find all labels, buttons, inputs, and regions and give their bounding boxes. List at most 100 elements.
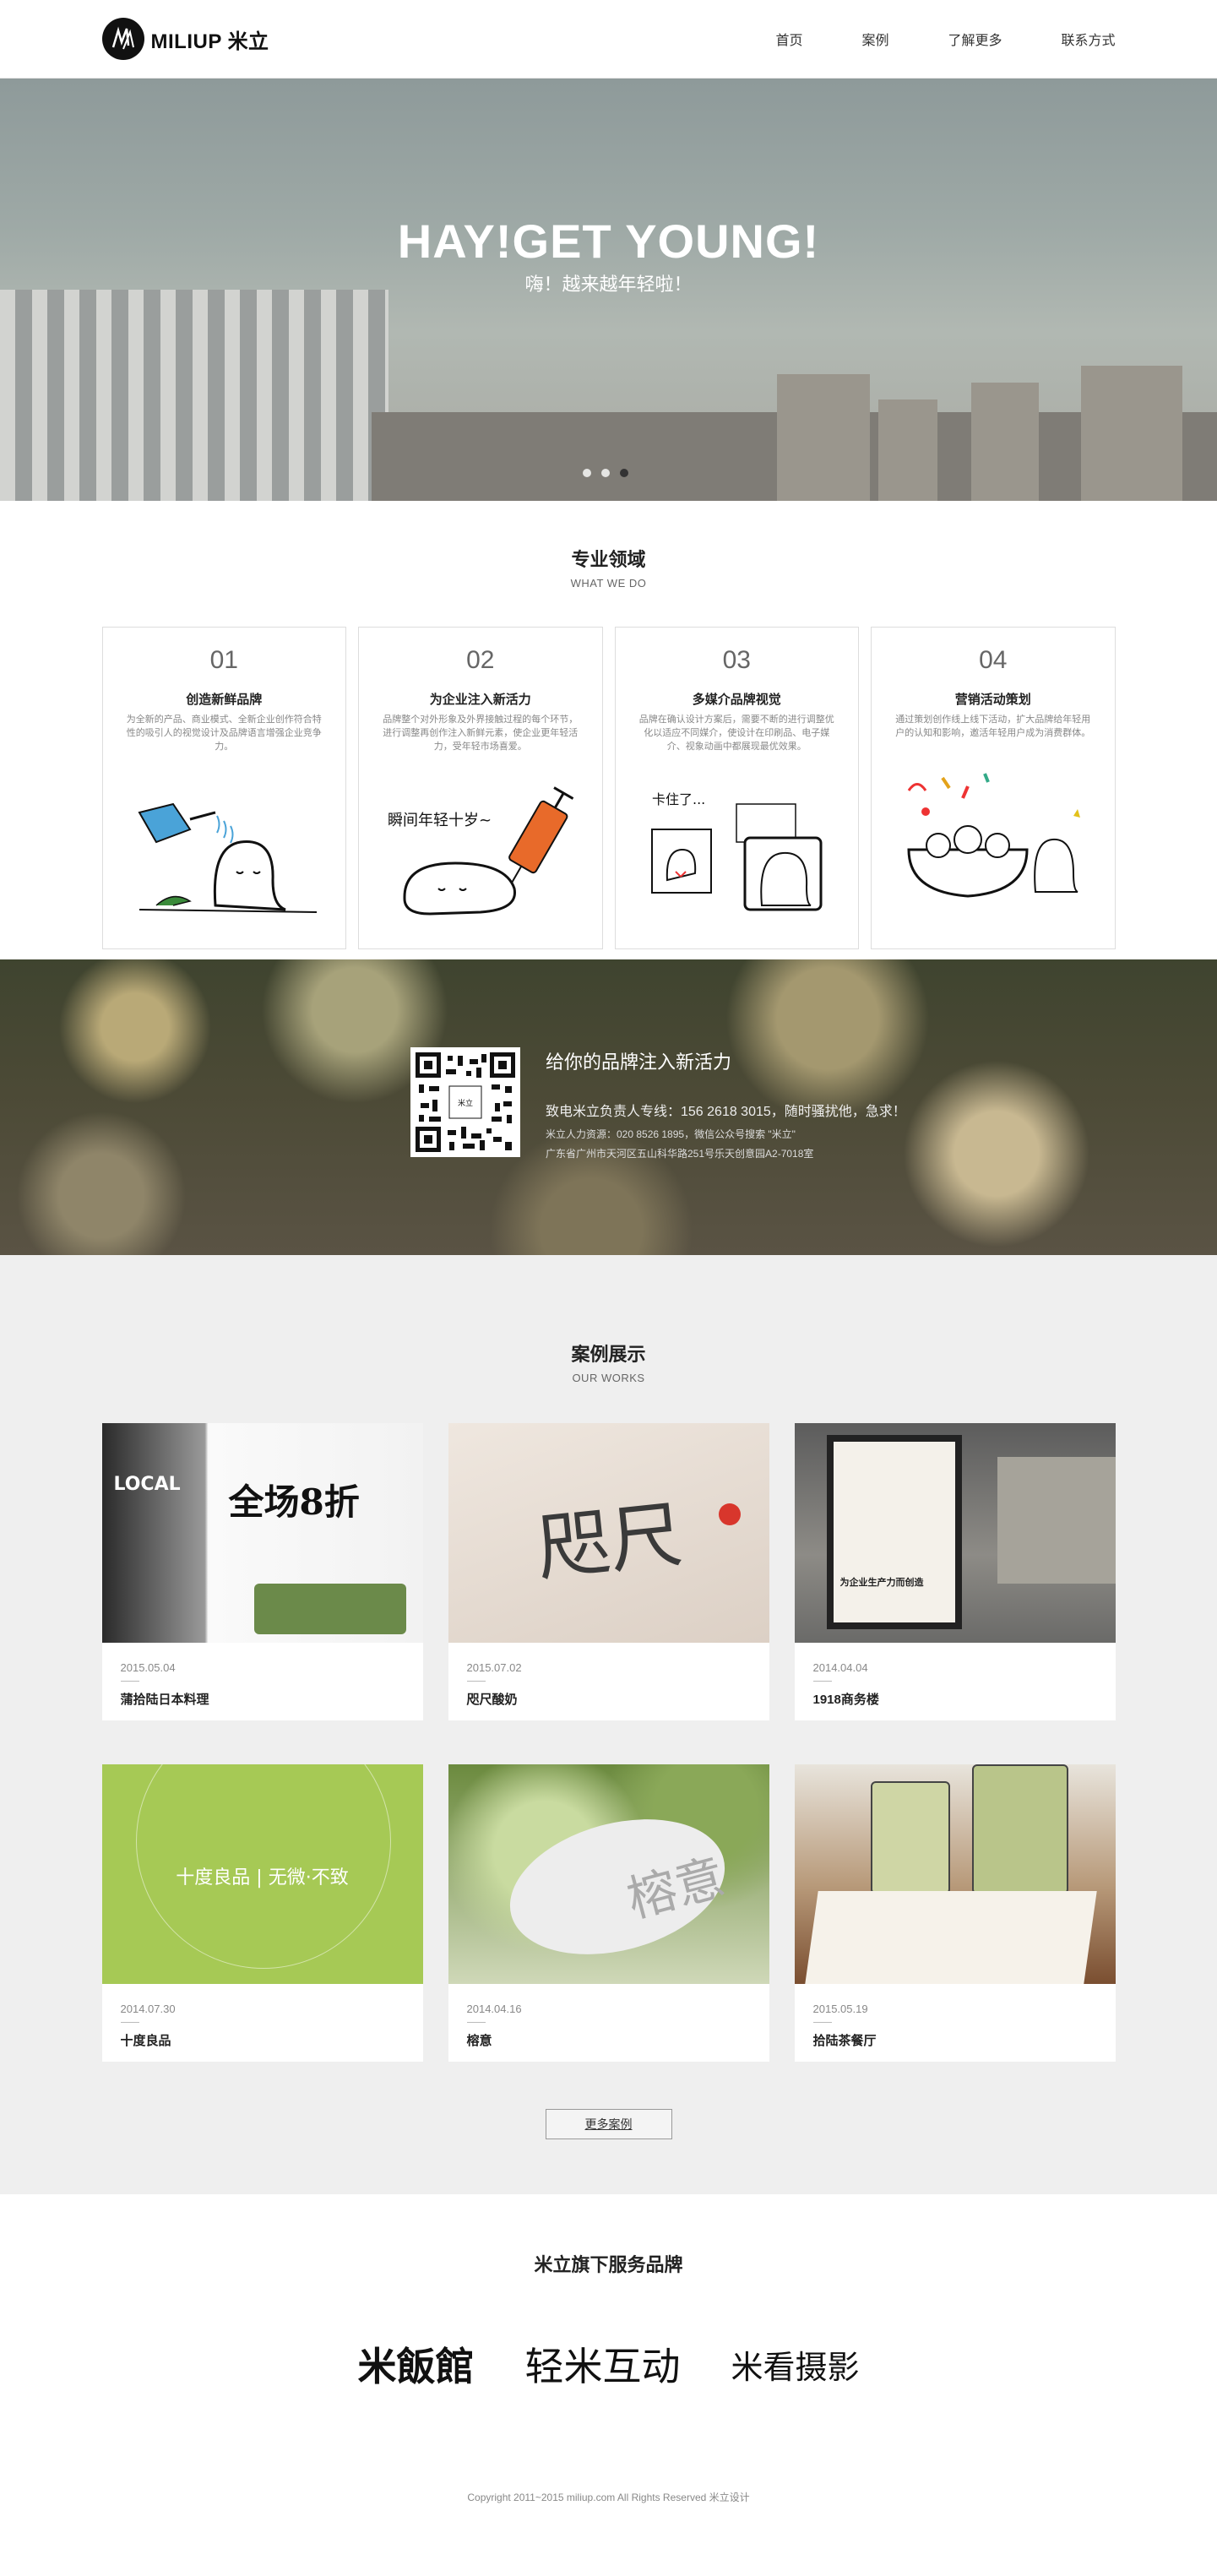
tv-tooth-icon: 卡住了... <box>616 770 859 931</box>
slider-dot[interactable] <box>601 469 610 477</box>
slider-dot[interactable] <box>583 469 591 477</box>
hero-tower <box>1081 366 1182 501</box>
work-name[interactable]: 十度良品 <box>121 2031 405 2049</box>
services-section: 专业领域 WHAT WE DO 01 创造新鲜品牌 为全新的产品、商业模式、全新… <box>0 501 1217 959</box>
qr-code-icon: 米立 <box>410 1047 520 1157</box>
card-description: 品牌整个对外形象及外界接触过程的每个环节，进行调整再创作注入新鲜元素，使企业更年… <box>383 715 579 752</box>
thumb-headline: 咫尺 <box>532 1492 687 1592</box>
date-divider <box>466 1681 486 1682</box>
thumb-headline: 全场8折 <box>228 1481 360 1523</box>
services-heading: 专业领域 WHAT WE DO <box>102 545 1116 590</box>
work-card[interactable]: 为企业生产力而创造 2014.04.04 1918商务楼 <box>794 1423 1116 1720</box>
work-thumbnail[interactable]: 为企业生产力而创造 <box>794 1423 1116 1643</box>
work-name[interactable]: 蒲拾陆日本料理 <box>121 1690 405 1708</box>
brand-logo-mifanguan[interactable]: 米飯館 <box>357 2336 474 2392</box>
work-thumbnail[interactable]: 榕意 <box>448 1764 769 1984</box>
card-description: 品牌在确认设计方案后，需要不断的进行调整优化以适应不同媒介，使设计在印刷品、电子… <box>638 715 834 752</box>
service-card: 02 为企业注入新活力 品牌整个对外形象及外界接触过程的每个环节，进行调整再创作… <box>358 627 603 949</box>
logo-text: MILIUP 米立 <box>150 30 269 53</box>
works-heading: 案例展示 OUR WORKS <box>102 1340 1116 1384</box>
card-title: 营销活动策划 <box>954 693 1031 707</box>
hero-title: HAY!GET YOUNG! <box>397 215 820 268</box>
lightbox-poster: 为企业生产力而创造 <box>826 1435 962 1629</box>
brand-logos: 米飯館 轻米互动 米看摄影 <box>0 2336 1217 2392</box>
slider-dots <box>583 469 628 477</box>
brands-section: 米立旗下服务品牌 米飯館 轻米互动 米看摄影 <box>0 2194 1217 2458</box>
syringe-tooth-icon: 瞬间年轻十岁~ <box>359 770 602 931</box>
nav-about[interactable]: 了解更多 <box>948 29 1002 49</box>
date-divider <box>466 2022 486 2023</box>
contact-banner: 米立 给你的品牌注入新活力 致电米立负责人专线：156 2618 3015，随时… <box>0 959 1217 1255</box>
work-card[interactable]: 榕意 2014.04.16 榕意 <box>448 1764 769 2062</box>
date-divider <box>812 1681 832 1682</box>
more-cases-button[interactable]: 更多案例 <box>545 2109 672 2139</box>
work-thumbnail[interactable]: 十度良品 | 无微·不致 <box>101 1764 423 1984</box>
food-image <box>253 1584 406 1634</box>
work-meta: 2015.05.19 拾陆茶餐厅 <box>795 1984 1116 2049</box>
contact-address: 广东省广州市天河区五山科华路251号乐天创意园A2-7018室 <box>546 1148 814 1160</box>
card-number: 04 <box>979 646 1008 674</box>
date-divider <box>120 1681 139 1682</box>
work-date: 2015.05.19 <box>812 2003 868 2015</box>
nav-contact[interactable]: 联系方式 <box>1061 29 1115 49</box>
card-title: 创造新鲜品牌 <box>186 693 263 707</box>
illustration-text: 卡住了... <box>652 791 705 807</box>
work-meta: 2014.04.04 1918商务楼 <box>795 1643 1116 1708</box>
contact-phone: 致电米立负责人专线：156 2618 3015，随时骚扰他，急求！ <box>546 1105 906 1119</box>
date-divider <box>812 2022 832 2023</box>
logo[interactable]: MILIUP 米立 <box>101 18 269 60</box>
work-thumbnail[interactable]: 咫尺 <box>448 1423 769 1643</box>
hero-tower <box>971 383 1039 501</box>
contact-info: 米立 给你的品牌注入新活力 致电米立负责人专线：156 2618 3015，随时… <box>410 1047 906 1160</box>
menu-card-image <box>804 1891 1097 1984</box>
service-cards: 01 创造新鲜品牌 为全新的产品、商业模式、全新企业创作符合特性的吸引人的视觉设… <box>101 627 1116 949</box>
work-meta: 2014.04.16 榕意 <box>448 1984 769 2049</box>
card-title: 多媒介品牌视觉 <box>692 693 781 707</box>
work-name[interactable]: 榕意 <box>467 2031 751 2049</box>
work-date: 2015.05.04 <box>120 1661 176 1674</box>
works-grid: LOCAL 全场8折 2015.05.04 蒲拾陆日本料理 咫尺 2015.07… <box>101 1423 1116 2062</box>
card-description: 为全新的产品、商业模式、全新企业创作符合特性的吸引人的视觉设计及品牌语言增强企业… <box>126 715 322 752</box>
nav-cases[interactable]: 案例 <box>861 29 888 49</box>
work-card[interactable]: 咫尺 2015.07.02 咫尺酸奶 <box>448 1423 769 1720</box>
work-card[interactable]: LOCAL 全场8折 2015.05.04 蒲拾陆日本料理 <box>101 1423 423 1720</box>
work-date: 2014.07.30 <box>120 2003 176 2015</box>
thumb-label-local: LOCAL <box>113 1474 181 1495</box>
work-card[interactable]: 十度良品 | 无微·不致 2014.07.30 十度良品 <box>101 1764 423 2062</box>
contact-text: 给你的品牌注入新活力 致电米立负责人专线：156 2618 3015，随时骚扰他… <box>546 1047 906 1160</box>
hero-tower <box>878 399 937 501</box>
section-title: 案例展示 <box>571 1344 646 1365</box>
seal-icon <box>718 1503 741 1525</box>
work-thumbnail[interactable]: LOCAL 全场8折 <box>101 1423 423 1643</box>
hero-banner: HAY!GET YOUNG! 嗨！越来越年轻啦！ <box>0 79 1217 501</box>
work-name[interactable]: 1918商务楼 <box>813 1690 1097 1708</box>
section-subtitle: OUR WORKS <box>572 1372 645 1384</box>
drink-cup-image <box>870 1781 950 1894</box>
brand-logo-mikan[interactable]: 米看摄影 <box>731 2341 859 2388</box>
hero-subtitle: 嗨！越来越年轻啦！ <box>524 274 693 295</box>
poster-text: 为企业生产力而创造 <box>839 1577 924 1588</box>
section-subtitle: WHAT WE DO <box>570 577 647 590</box>
slider-dot[interactable] <box>620 469 628 477</box>
service-card: 04 营销活动策划 通过策划创作线上线下活动，扩大品牌给年轻用户的认知和影响，邀… <box>871 627 1116 949</box>
card-description: 通过策划创作线上线下活动，扩大品牌给年轻用户的认知和影响，邀活年轻用户成为消费群… <box>895 715 1091 738</box>
site-footer: Copyright 2011~2015 miliup.com All Right… <box>0 2458 1217 2534</box>
date-divider <box>120 2022 139 2023</box>
hero-building-image <box>0 290 388 501</box>
work-date: 2014.04.16 <box>466 2003 522 2015</box>
brand-logo-qingmi[interactable]: 轻米互动 <box>524 2336 680 2392</box>
work-card[interactable]: 2015.05.19 拾陆茶餐厅 <box>794 1764 1116 2062</box>
band-title: 给你的品牌注入新活力 <box>546 1052 732 1073</box>
watering-can-tooth-icon <box>103 770 346 931</box>
hero-tower <box>777 374 870 501</box>
nav-home[interactable]: 首页 <box>775 29 802 49</box>
copyright-text: Copyright 2011~2015 miliup.com All Right… <box>467 2492 750 2503</box>
work-name[interactable]: 咫尺酸奶 <box>467 1690 751 1708</box>
site-header: MILIUP 米立 首页 案例 了解更多 联系方式 <box>0 0 1217 79</box>
drink-cup-image <box>971 1764 1068 1894</box>
works-section: 案例展示 OUR WORKS LOCAL 全场8折 2015.05.04 蒲拾陆… <box>0 1255 1217 2194</box>
work-meta: 2014.07.30 十度良品 <box>102 1984 423 2049</box>
work-name[interactable]: 拾陆茶餐厅 <box>813 2031 1097 2049</box>
qr-label: 米立 <box>458 1098 473 1108</box>
work-thumbnail[interactable] <box>794 1764 1116 1984</box>
